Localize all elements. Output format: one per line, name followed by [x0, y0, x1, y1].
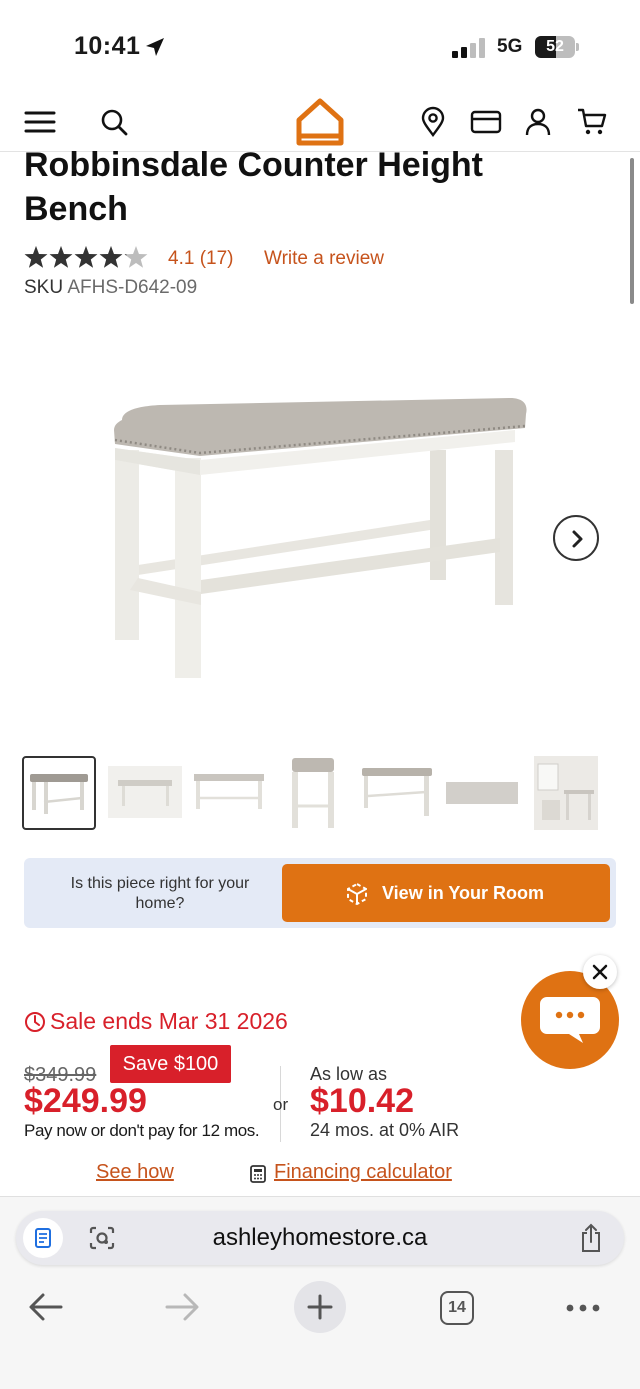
- sku-value: AFHS-D642-09: [67, 277, 198, 298]
- card-icon[interactable]: [470, 106, 502, 138]
- sale-ends-text: Sale ends Mar 31 2026: [50, 1008, 288, 1035]
- product-image-bench[interactable]: [100, 380, 540, 690]
- new-tab-button[interactable]: [294, 1281, 346, 1333]
- ar-question: Is this piece right for your home?: [70, 875, 250, 912]
- ar-banner: Is this piece right for your home? View …: [24, 858, 616, 928]
- or-text: or: [273, 1095, 289, 1114]
- star-fill-2: [49, 246, 73, 268]
- thumbnail-2[interactable]: [108, 756, 182, 830]
- plus-icon: [307, 1294, 333, 1320]
- star-fill-3: [74, 246, 98, 268]
- share-icon[interactable]: [578, 1223, 604, 1253]
- thumbnail-5[interactable]: [360, 756, 434, 830]
- save-badge: Save $100: [110, 1045, 231, 1083]
- thumbnail-strip: [22, 756, 622, 830]
- chat-bubble-icon: [540, 997, 600, 1043]
- image-next-button[interactable]: [553, 515, 599, 561]
- view-in-room-button[interactable]: View in Your Room: [282, 864, 610, 922]
- monthly-price: $10.42: [310, 1082, 414, 1120]
- cart-icon[interactable]: [576, 106, 608, 138]
- back-arrow-icon[interactable]: [28, 1291, 64, 1323]
- page-scrollbar[interactable]: [630, 158, 634, 304]
- url-text: ashleyhomestore.ca: [212, 1224, 428, 1251]
- account-icon[interactable]: [522, 106, 554, 138]
- star-fill-1: [24, 246, 48, 268]
- ar-cube-icon: [347, 882, 367, 906]
- thumbnail-4[interactable]: [278, 756, 352, 830]
- rating-value[interactable]: 4.1 (17): [168, 248, 234, 270]
- see-how-link[interactable]: See how: [96, 1161, 174, 1184]
- address-bar[interactable]: ashleyhomestore.ca: [16, 1211, 624, 1265]
- home-logo[interactable]: [294, 96, 346, 148]
- close-icon: [592, 964, 608, 980]
- star-5: [124, 246, 148, 268]
- thumbnail-1[interactable]: [22, 756, 96, 830]
- cellular-signal-icon: [452, 38, 485, 58]
- rating-stars[interactable]: [24, 245, 148, 271]
- battery-icon: 52: [535, 36, 579, 58]
- clock-icon: [25, 1012, 45, 1032]
- financing-calculator-link[interactable]: Financing calculator: [274, 1161, 452, 1184]
- star-fill-4: [99, 246, 123, 268]
- forward-arrow-icon[interactable]: [164, 1291, 200, 1323]
- sale-ends-prefix: Sale ends: [50, 1008, 153, 1034]
- financing-terms: 24 mos. at 0% AIR: [310, 1120, 460, 1140]
- battery-level: 52: [546, 38, 564, 55]
- view-in-room-label: View in Your Room: [382, 883, 545, 903]
- product-title: Robbinsdale Counter Height Bench: [24, 146, 483, 228]
- location-icon[interactable]: [417, 106, 449, 138]
- location-arrow-icon: [146, 38, 164, 56]
- search-icon[interactable]: [98, 106, 130, 138]
- network-type: 5G: [497, 36, 523, 57]
- rating-score: 4.1: [168, 248, 195, 269]
- menu-icon[interactable]: [24, 106, 56, 138]
- sale-price: $249.99: [24, 1082, 147, 1120]
- sku-label: SKU: [24, 277, 64, 298]
- review-count: (17): [199, 248, 234, 269]
- sku-row: SKU AFHS-D642-09: [24, 277, 197, 299]
- sale-ends-date: Mar 31 2026: [158, 1008, 288, 1034]
- thumbnail-6[interactable]: [446, 756, 520, 830]
- browser-nav: 14: [0, 1281, 640, 1337]
- write-review-link[interactable]: Write a review: [264, 248, 384, 270]
- thumbnail-7[interactable]: [534, 756, 608, 830]
- browser-toolbar: ashleyhomestore.ca 14: [0, 1196, 640, 1389]
- pay-later-text: Pay now or don't pay for 12 mos.: [24, 1121, 260, 1140]
- calculator-icon: [250, 1165, 266, 1183]
- more-options-icon[interactable]: [565, 1303, 601, 1313]
- status-bar: 10:41 5G 52: [0, 0, 640, 92]
- thumbnail-3[interactable]: [192, 756, 266, 830]
- status-time: 10:41: [74, 32, 141, 60]
- chat-close-button[interactable]: [583, 955, 617, 989]
- tabs-button[interactable]: 14: [440, 1291, 474, 1325]
- chevron-right-icon: [572, 530, 583, 548]
